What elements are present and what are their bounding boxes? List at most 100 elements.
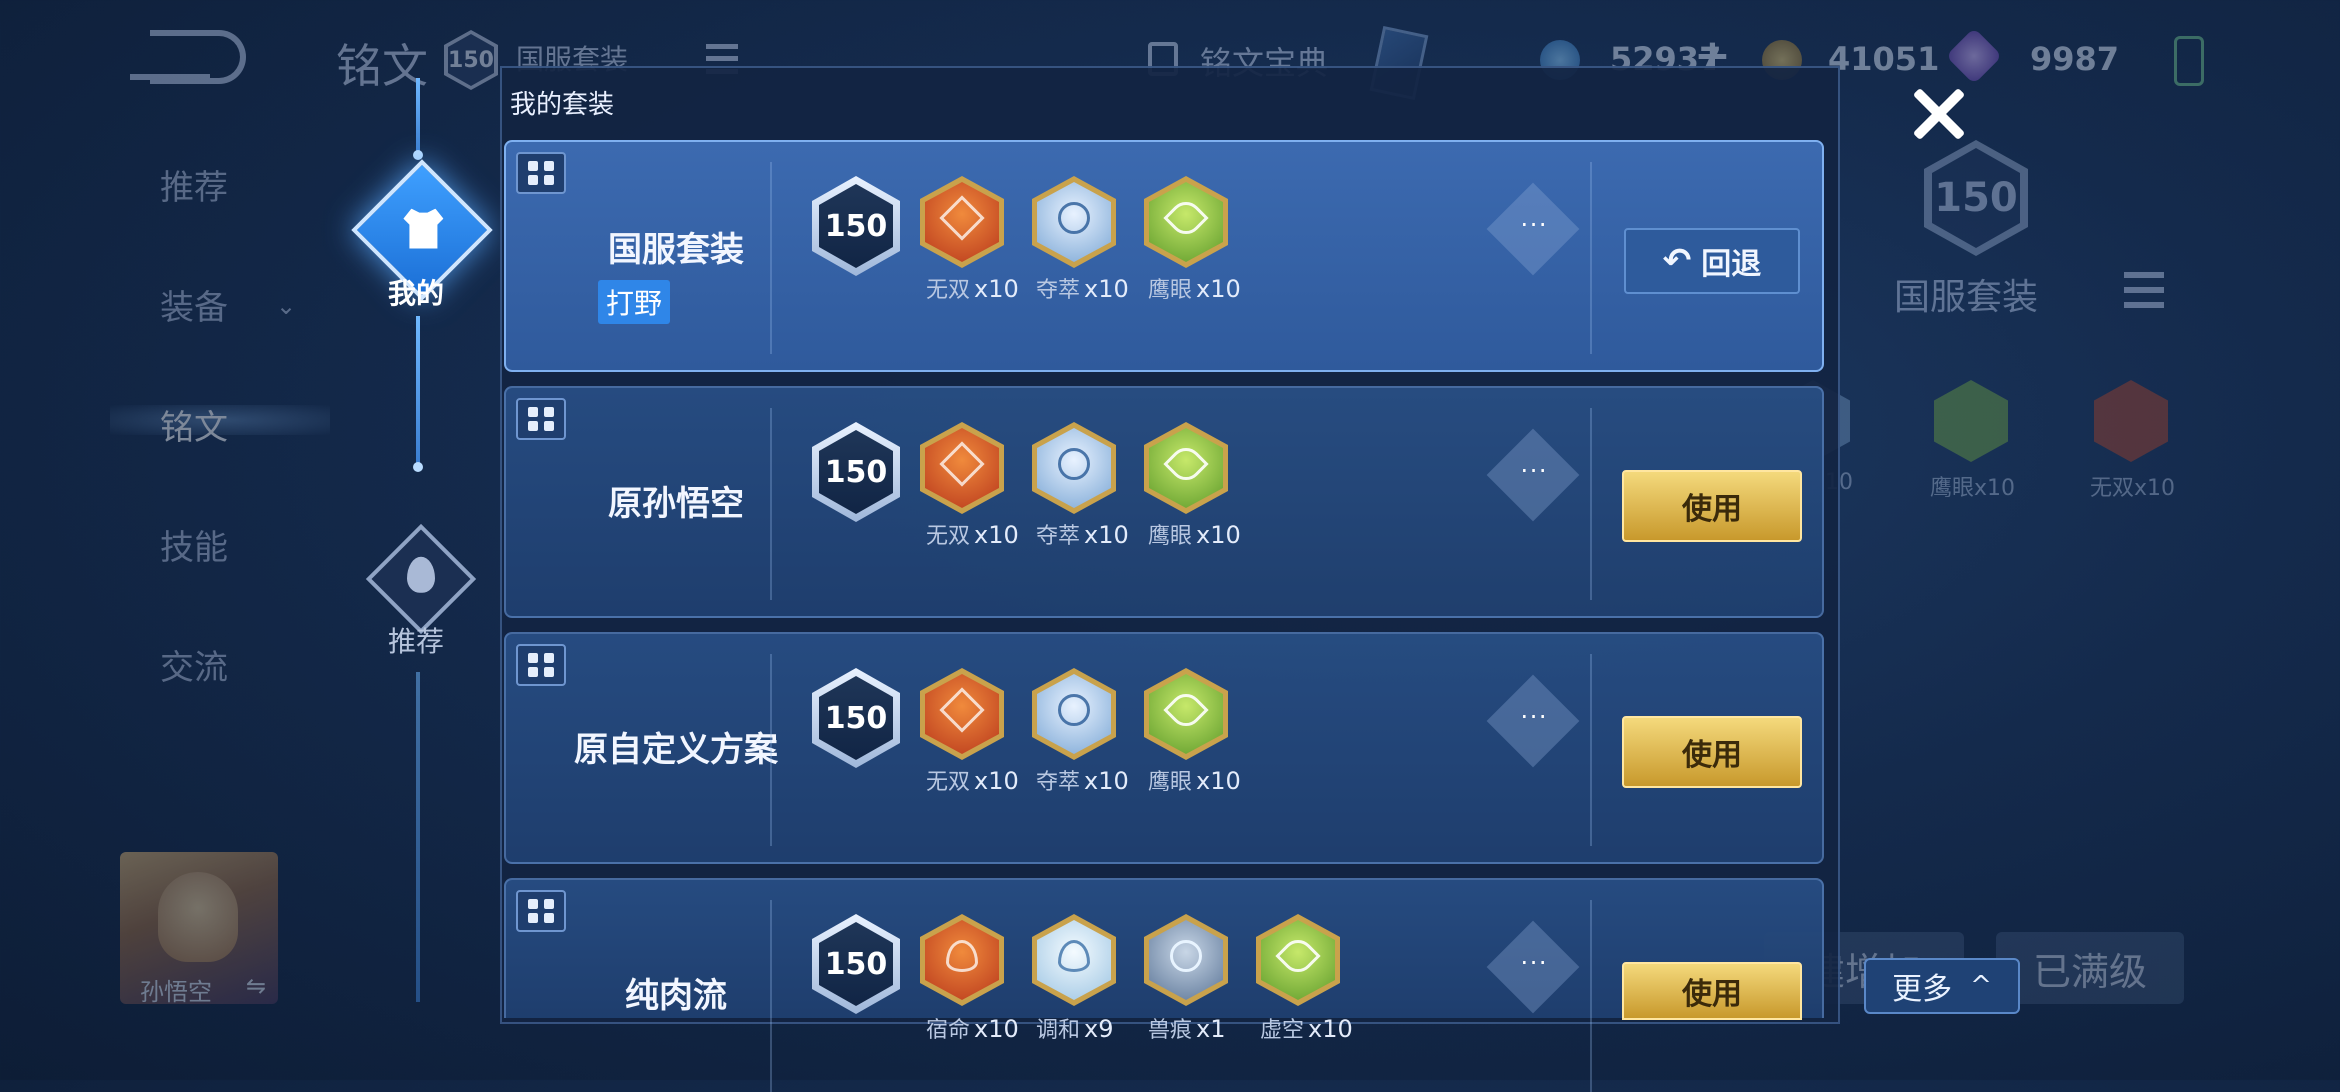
rune-label: 无双 x10: [926, 767, 1019, 795]
rune-label: 夺萃 x10: [1036, 521, 1129, 549]
more-options-icon[interactable]: ···: [1486, 674, 1580, 768]
flame-icon: [407, 556, 435, 593]
level-badge: 150: [444, 30, 498, 90]
coin-value: 41051: [1828, 40, 1940, 78]
use-button[interactable]: 使用: [1622, 470, 1802, 542]
divider: [770, 162, 772, 354]
set-card[interactable]: 原自定义方案 150 无双 x10 夺萃 x10 鹰眼 x10 ··· 使用: [504, 632, 1824, 864]
rune-label: 无双 x10: [926, 275, 1019, 303]
divider: [1590, 654, 1592, 846]
rune-icon[interactable]: [1144, 668, 1228, 760]
grid-icon[interactable]: [516, 398, 566, 440]
more-options-icon[interactable]: ···: [1486, 182, 1580, 276]
rune-icon[interactable]: [1144, 914, 1228, 1006]
swap-icon[interactable]: ⇋: [246, 972, 266, 1000]
mailbox-icon[interactable]: [2174, 36, 2204, 86]
rune-label: 宿命 x10: [926, 1015, 1019, 1043]
set-card[interactable]: 原孙悟空 150 无双 x10 夺萃 x10 鹰眼 x10 ··· 使用: [504, 386, 1824, 618]
rune-icon[interactable]: [1032, 176, 1116, 268]
set-card[interactable]: 国服套装 打野 150 无双 x10 夺萃 x10 鹰眼 x10 ··· ↶ 回退: [504, 140, 1824, 372]
right-rune-icon: [1934, 380, 2008, 462]
more-options-icon[interactable]: ···: [1486, 920, 1580, 1014]
rune-icon[interactable]: [1256, 914, 1340, 1006]
grid-icon[interactable]: [516, 152, 566, 194]
more-button[interactable]: 更多 ^: [1864, 958, 2020, 1014]
rune-icon[interactable]: [1144, 422, 1228, 514]
rune-label: 无双 x10: [926, 521, 1019, 549]
rune-icon[interactable]: [1032, 914, 1116, 1006]
set-tag: 打野: [598, 280, 671, 324]
divider: [770, 408, 772, 600]
revert-label: 回退: [1701, 247, 1762, 282]
right-level-badge: 150: [1924, 140, 2028, 256]
back-icon[interactable]: [130, 30, 246, 84]
set-level-badge: 150: [812, 668, 900, 768]
use-button[interactable]: 使用: [1622, 962, 1802, 1020]
rune-label: 鹰眼 x10: [1148, 521, 1241, 549]
set-level-badge: 150: [812, 914, 900, 1014]
set-level-badge: 150: [812, 176, 900, 276]
right-level-value: 150: [1932, 148, 2020, 248]
divider: [1590, 900, 1592, 1092]
rune-icon[interactable]: [1032, 668, 1116, 760]
set-level-value: 150: [819, 430, 893, 514]
set-name: 国服套装: [608, 230, 744, 270]
set-level-badge: 150: [812, 422, 900, 522]
page-title: 铭文: [336, 39, 428, 93]
undo-arrow-icon: ↶: [1662, 241, 1692, 281]
gem-value: 9987: [2030, 40, 2120, 78]
nav-item-community[interactable]: 交流: [160, 640, 228, 689]
nav-item-inscription[interactable]: 铭文: [160, 400, 228, 449]
right-rune-icon: [2094, 380, 2168, 462]
rune-icon[interactable]: [1144, 176, 1228, 268]
grid-icon[interactable]: [516, 644, 566, 686]
set-level-value: 150: [819, 676, 893, 760]
grid-icon[interactable]: [516, 890, 566, 932]
set-level-value: 150: [819, 922, 893, 1006]
rune-label: 兽痕 x1: [1148, 1015, 1226, 1043]
my-sets-step-label: 我的: [388, 277, 445, 310]
rune-label: 鹰眼 x10: [1148, 767, 1241, 795]
rune-icon[interactable]: [920, 422, 1004, 514]
rune-icon[interactable]: [920, 914, 1004, 1006]
rune-label: 调和 x9: [1036, 1015, 1114, 1043]
divider: [770, 900, 772, 1092]
hero-face: [158, 872, 238, 962]
rune-icon[interactable]: [920, 668, 1004, 760]
rune-label: 夺萃 x10: [1036, 767, 1129, 795]
step-rail: [416, 672, 420, 1002]
set-name: 原孙悟空: [608, 484, 744, 524]
right-rune-label: 鹰眼x10: [1930, 476, 2016, 501]
revert-button[interactable]: ↶ 回退: [1624, 228, 1800, 294]
rail-dot: [413, 462, 423, 472]
rune-label: 夺萃 x10: [1036, 275, 1129, 303]
set-level-value: 150: [819, 184, 893, 268]
divider: [1590, 408, 1592, 600]
right-suit-title: 国服套装: [1894, 277, 2039, 318]
rune-icon[interactable]: [920, 176, 1004, 268]
divider: [770, 654, 772, 846]
use-button[interactable]: 使用: [1622, 716, 1802, 788]
chevron-down-icon: ⌄: [276, 292, 297, 320]
right-menu-icon[interactable]: [2124, 272, 2164, 308]
divider: [1590, 162, 1592, 354]
shirt-icon: [403, 209, 443, 249]
step-rail: [416, 78, 420, 156]
recommend-step-label: 推荐: [388, 625, 445, 658]
hero-name: 孙悟空: [140, 978, 212, 1006]
more-options-icon[interactable]: ···: [1486, 428, 1580, 522]
nav-item-recommend[interactable]: 推荐: [160, 160, 228, 209]
close-icon[interactable]: [1908, 84, 1968, 144]
rune-icon[interactable]: [1032, 422, 1116, 514]
set-name: 原自定义方案: [574, 730, 778, 770]
more-button-label: 更多: [1892, 972, 1953, 1007]
set-card[interactable]: 纯肉流 150 宿命 x10 调和 x9 兽痕 x1 虚空 x10 ··· 使用: [504, 878, 1824, 1092]
nav-item-skills[interactable]: 技能: [160, 520, 228, 569]
right-rune-label: 无双x10: [2090, 476, 2176, 501]
max-level-button[interactable]: 已满级: [1996, 932, 2184, 1004]
nav-item-equipment[interactable]: 装备: [160, 280, 228, 329]
level-value: 150: [448, 34, 494, 86]
rune-label: 鹰眼 x10: [1148, 275, 1241, 303]
step-rail: [416, 316, 420, 466]
rune-label: 虚空 x10: [1260, 1015, 1353, 1043]
